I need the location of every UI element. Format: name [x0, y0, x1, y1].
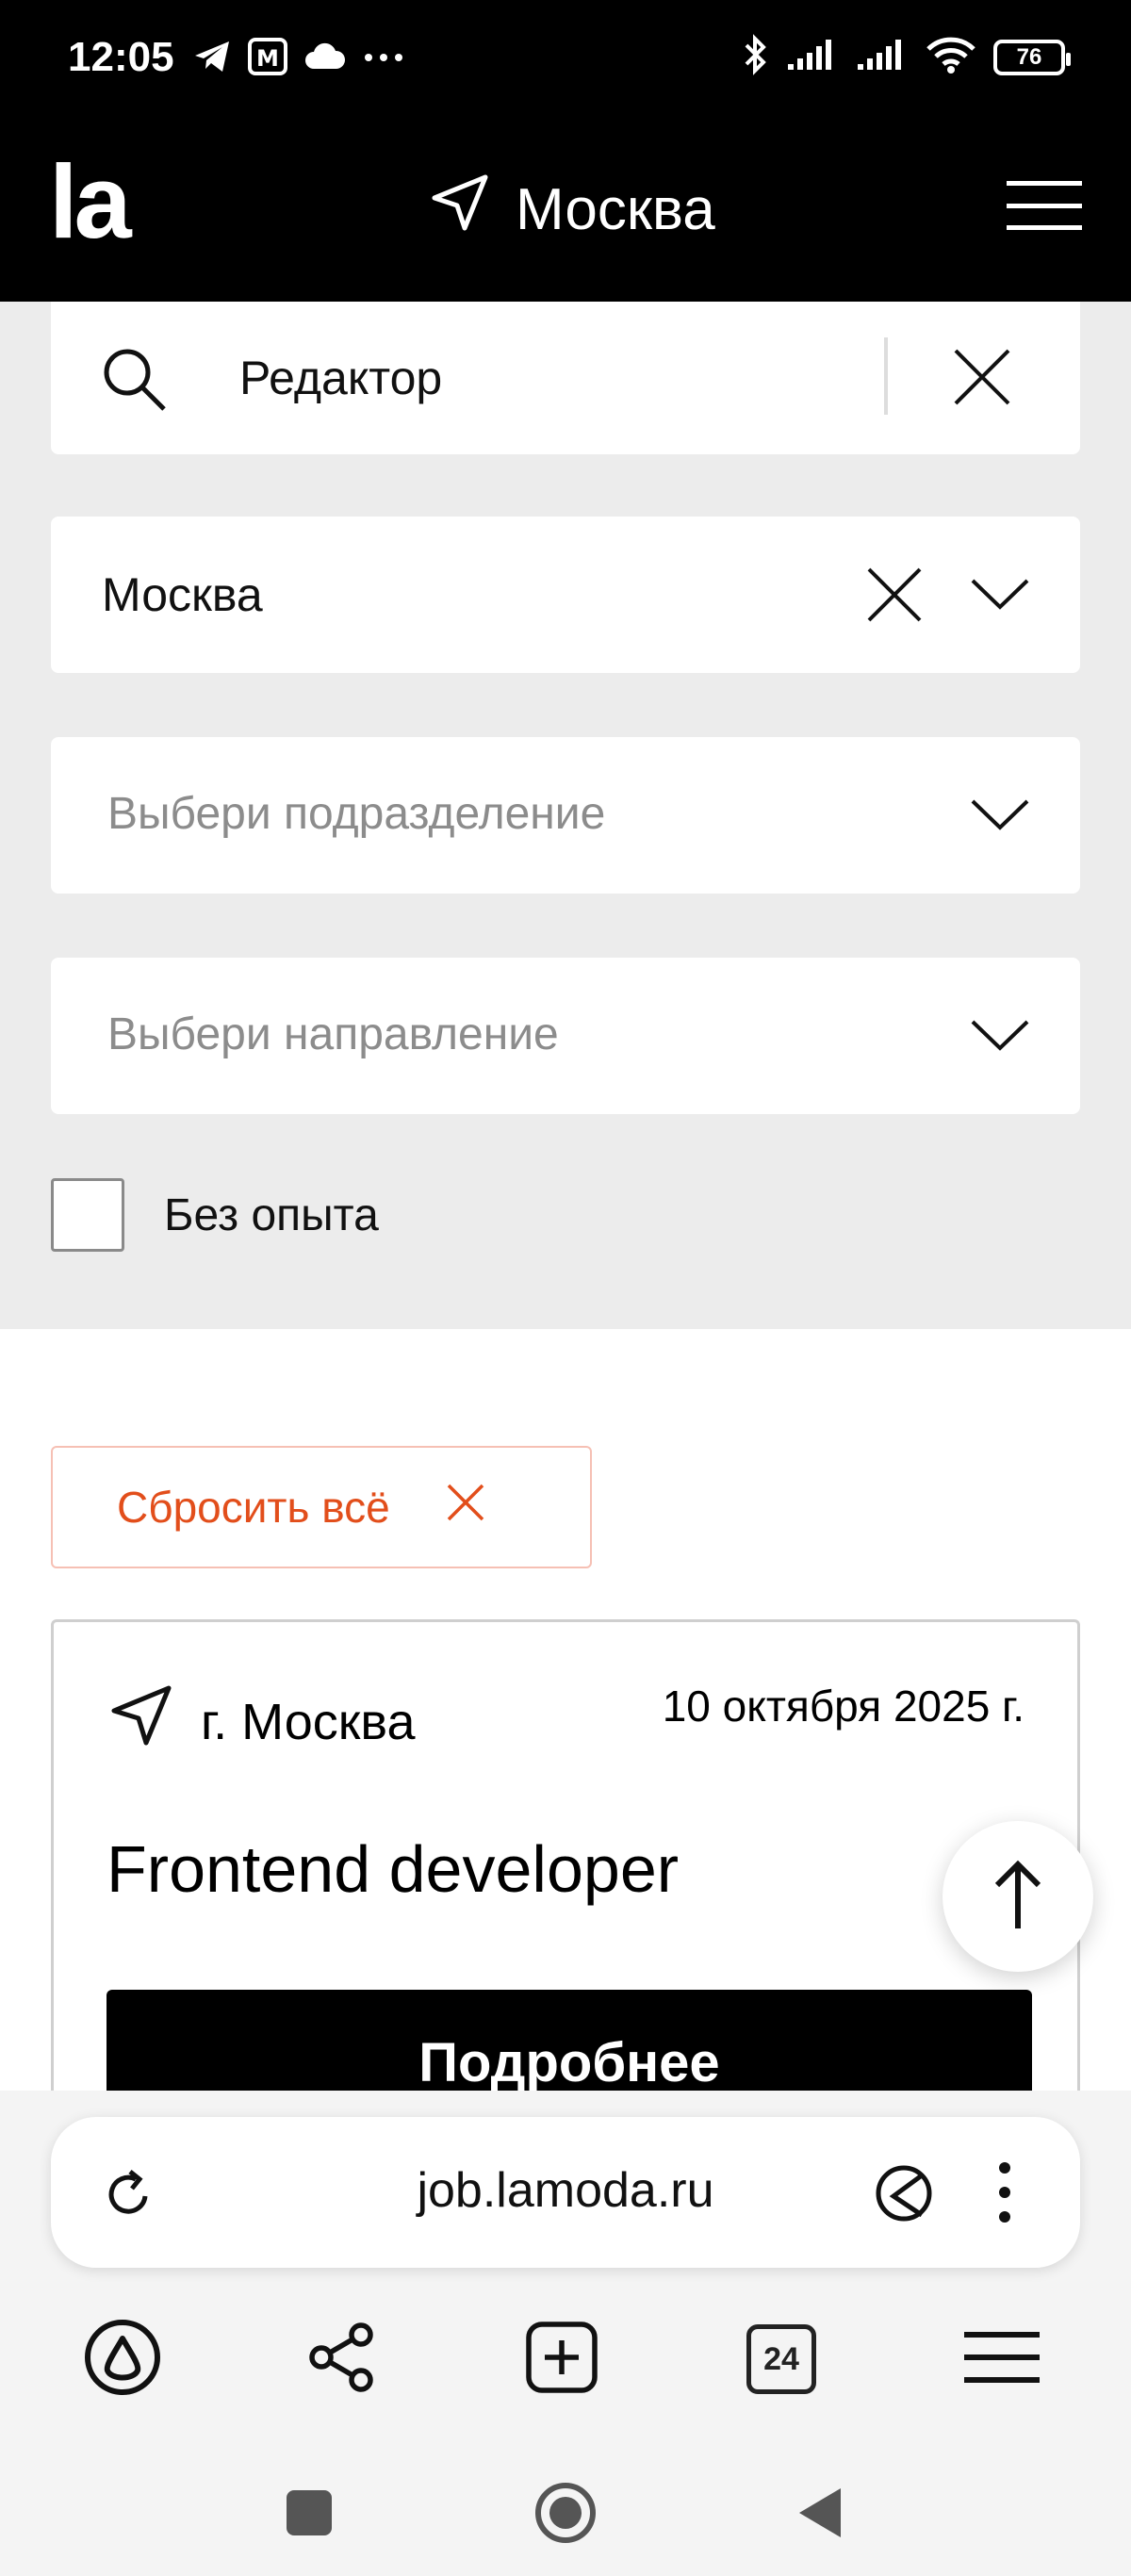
search-icon — [100, 345, 168, 418]
back-triangle-icon — [794, 2485, 846, 2546]
bluetooth-icon — [741, 34, 769, 80]
chevron-down-icon[interactable] — [969, 575, 1031, 617]
vacancy-city: г. Москва — [201, 1693, 416, 1750]
menu-line — [1007, 181, 1082, 186]
city-select[interactable]: Москва — [51, 517, 1080, 673]
menu-button[interactable] — [1007, 181, 1082, 230]
location-arrow-icon — [429, 172, 491, 248]
department-select[interactable]: Выбери подразделение — [51, 737, 1080, 894]
recents-button[interactable] — [271, 2477, 347, 2552]
home-circle-icon — [533, 2480, 598, 2551]
square-icon — [284, 2487, 335, 2543]
address-bar[interactable]: job.lamoda.ru — [51, 2117, 1080, 2268]
direction-placeholder: Выбери направление — [107, 1009, 559, 1059]
city-select-value: Москва — [102, 568, 263, 621]
arrow-up-icon — [990, 1857, 1046, 1937]
wifi-icon — [926, 36, 976, 78]
site-badge-icon[interactable] — [873, 2162, 935, 2229]
browser-bottom-bar: job.lamoda.ru 24 — [0, 2091, 1131, 2576]
new-tab-button[interactable] — [510, 2307, 614, 2411]
cloud-icon — [304, 42, 346, 75]
alice-icon — [83, 2318, 162, 2402]
signal-icon — [856, 38, 909, 76]
back-button[interactable] — [782, 2477, 858, 2552]
tabs-count: 24 — [746, 2324, 816, 2394]
plus-square-icon — [524, 2320, 599, 2400]
scroll-to-top-button[interactable] — [942, 1821, 1093, 1972]
status-bar: 12:05 M 76 — [0, 0, 1131, 123]
reset-all-label: Сбросить всё — [117, 1483, 390, 1532]
clear-search-icon[interactable] — [946, 341, 1018, 418]
chevron-down-icon — [969, 1016, 1031, 1058]
search-divider — [884, 337, 888, 415]
vacancy-location: г. Москва — [108, 1682, 415, 1761]
site-header: la Москва — [0, 123, 1131, 302]
chevron-down-icon — [969, 796, 1031, 838]
vacancy-title[interactable]: Frontend developer — [107, 1831, 679, 1907]
tabs-button[interactable]: 24 — [729, 2307, 833, 2411]
more-options-icon[interactable] — [993, 2157, 1016, 2233]
hamburger-icon — [962, 2327, 1041, 2392]
no-experience-checkbox[interactable] — [51, 1178, 124, 1252]
search-field[interactable]: Редактор — [51, 302, 1080, 454]
battery-indicator: 76 — [993, 39, 1071, 75]
close-icon — [443, 1480, 488, 1535]
home-button[interactable] — [528, 2477, 603, 2552]
filters-panel: Редактор Москва Выбери подразделение Выб… — [0, 302, 1131, 1329]
system-nav-bar — [0, 2458, 1131, 2576]
browser-menu-button[interactable] — [950, 2307, 1054, 2411]
status-icons-left: M — [193, 38, 404, 80]
telegram-icon — [193, 40, 231, 78]
city-selector[interactable]: Москва — [429, 172, 715, 248]
no-experience-filter[interactable]: Без опыта — [51, 1178, 379, 1252]
menu-line — [1007, 203, 1082, 208]
logo[interactable]: la — [49, 151, 132, 254]
search-input[interactable]: Редактор — [239, 351, 442, 405]
share-icon — [304, 2320, 380, 2400]
alice-assistant-button[interactable] — [71, 2307, 174, 2411]
signal-icon — [786, 38, 839, 76]
direction-select[interactable]: Выбери направление — [51, 958, 1080, 1114]
share-button[interactable] — [290, 2307, 394, 2411]
battery-level: 76 — [1016, 43, 1042, 70]
vacancy-date: 10 октября 2025 г. — [662, 1682, 1024, 1731]
location-arrow-icon — [108, 1682, 174, 1761]
reset-all-button[interactable]: Сбросить всё — [51, 1446, 592, 1568]
city-selector-label: Москва — [516, 177, 715, 242]
menu-line — [1007, 225, 1082, 230]
department-placeholder: Выбери подразделение — [107, 789, 606, 839]
clear-city-icon[interactable] — [863, 564, 926, 631]
svg-text:M: M — [256, 45, 279, 72]
no-experience-label: Без опыта — [164, 1190, 379, 1240]
browser-toolbar: 24 — [0, 2307, 1131, 2430]
status-time: 12:05 — [68, 34, 174, 80]
more-dots-icon — [363, 51, 404, 68]
status-icons-right: 76 — [741, 34, 1071, 80]
metro-icon: M — [248, 38, 287, 80]
